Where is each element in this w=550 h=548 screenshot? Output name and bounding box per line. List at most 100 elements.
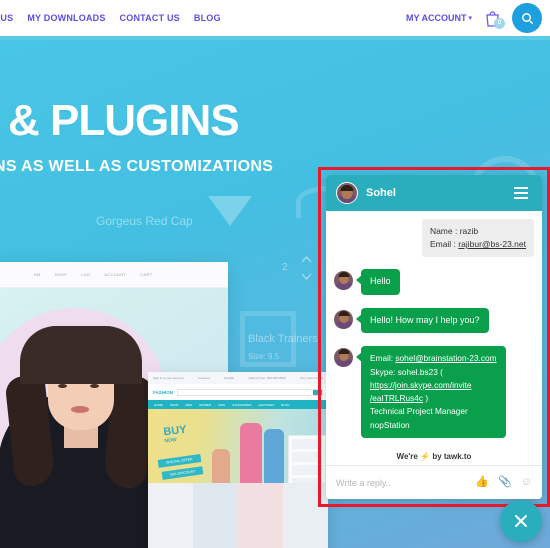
mock-menu-item: SHOP bbox=[54, 272, 68, 277]
ghost-stepper bbox=[300, 254, 313, 287]
hero-accent-line bbox=[0, 36, 550, 40]
prechat-email-link[interactable]: rajibur@bs-23.net bbox=[458, 239, 526, 249]
mock-shop-header: FASHION bbox=[148, 384, 328, 400]
chat-bubble-wrap: Email: sohel@brainstation-23.com Skype: … bbox=[356, 346, 506, 438]
decorative-triangle bbox=[208, 196, 252, 226]
mock-grid-cell bbox=[238, 483, 283, 548]
chat-bubble: Hello! How may I help you? bbox=[356, 307, 489, 334]
prechat-name-label: Name : bbox=[429, 226, 458, 236]
model-eye-right bbox=[90, 384, 99, 388]
prechat-email-label: Email : bbox=[429, 239, 456, 250]
mock-language: English bbox=[224, 376, 235, 380]
contact-close-paren: ) bbox=[425, 393, 429, 404]
agent-avatar bbox=[334, 309, 353, 329]
mock-now-label: NOW bbox=[164, 436, 178, 445]
ghost-quantity: 2 bbox=[282, 262, 288, 273]
agent-avatar bbox=[334, 348, 353, 368]
skype-invite-link-part2[interactable]: /eaITRLRus4c bbox=[370, 393, 423, 403]
mock-ribbon-offer: SPECIAL OFFER bbox=[157, 454, 201, 468]
skype-invite-link-part1[interactable]: https://join.skype.com/invite bbox=[370, 380, 471, 390]
agent-avatar bbox=[334, 271, 353, 291]
ghost-product-title: Gorgeus Red Cap bbox=[96, 214, 193, 228]
chat-close-button[interactable] bbox=[500, 500, 542, 542]
ghost-item-name: Black Trainers bbox=[248, 333, 318, 345]
model-lips bbox=[71, 406, 89, 413]
agent-avatar bbox=[336, 182, 358, 204]
mock-nav-item: BLOG bbox=[281, 402, 290, 407]
mock-signin: Sign in to your account bbox=[153, 376, 184, 380]
paperclip-icon[interactable]: 📎 bbox=[498, 477, 512, 488]
mock-shop-page: Sign in to your account Currency English… bbox=[148, 372, 328, 548]
chat-agent-name: Sohel bbox=[366, 187, 396, 199]
mock-nav-item: MEN bbox=[185, 402, 193, 407]
mock-nav-item: SHOP bbox=[170, 402, 179, 407]
model-eye-left bbox=[58, 384, 67, 388]
chat-message-row: Hello bbox=[334, 269, 534, 295]
lightning-bolt-icon: ⚡ bbox=[420, 452, 431, 461]
mock-shop-nav: HOME SHOP MEN WOMEN KIDS CATEGORIES FEAT… bbox=[148, 400, 328, 409]
contact-skype-url-line1: https://join.skype.com/invite bbox=[370, 379, 497, 392]
branding-suffix: by tawk.to bbox=[432, 452, 472, 461]
mock-shop-banner: BUY NOW SPECIAL OFFER 50% DISCOUNT bbox=[148, 409, 328, 483]
chat-bubble-wrap: Hello bbox=[356, 269, 400, 295]
chat-input-actions: 👍 📎 ☺ bbox=[475, 477, 532, 488]
nav-about-us[interactable]: T US bbox=[0, 13, 13, 23]
tawkto-chat-widget: Sohel Name : razib Email : rajibur@bs-23… bbox=[326, 175, 542, 499]
mock-nav-item: HOME bbox=[154, 402, 163, 407]
page-root: T US MY DOWNLOADS CONTACT US BLOG MY ACC… bbox=[0, 0, 550, 548]
mock-nav-item: CATEGORIES bbox=[232, 402, 252, 407]
chevron-down-icon: ▾ bbox=[468, 15, 472, 22]
top-navigation-bar: T US MY DOWNLOADS CONTACT US BLOG MY ACC… bbox=[0, 0, 550, 36]
my-account-menu[interactable]: MY ACCOUNT ▾ bbox=[406, 13, 472, 23]
mock-shop-search bbox=[177, 388, 323, 396]
mock-kid-1 bbox=[240, 423, 262, 483]
prechat-info-row: Name : razib Email : rajibur@bs-23.net bbox=[334, 219, 534, 258]
ghost-item-size: Size: 9.5 bbox=[248, 352, 280, 361]
page-subtitle: NS AS WELL AS CUSTOMIZATIONS bbox=[0, 158, 274, 175]
contact-skype-url-line2: /eaITRLRus4c ) bbox=[370, 392, 497, 405]
nav-contact-us[interactable]: CONTACT US bbox=[120, 13, 180, 23]
chat-message-row: Email: sohel@brainstation-23.com Skype: … bbox=[334, 346, 534, 438]
mock-grid-cell bbox=[193, 483, 238, 548]
mock-shop-sidebar bbox=[288, 435, 326, 483]
contact-skype-line: Skype: sohel.bs23 ( bbox=[370, 366, 497, 379]
chat-bubble: Hello bbox=[356, 269, 400, 295]
search-button[interactable] bbox=[512, 3, 542, 33]
contact-company: nopStation bbox=[370, 419, 410, 430]
model-hair-top bbox=[20, 326, 142, 384]
chat-message-list[interactable]: Name : razib Email : rajibur@bs-23.net H… bbox=[326, 211, 542, 449]
close-icon bbox=[515, 515, 527, 527]
mock-nav-item: KIDS bbox=[218, 402, 226, 407]
contact-email-link[interactable]: sohel@brainstation-23.com bbox=[395, 353, 496, 363]
mock-grid-cell bbox=[148, 483, 193, 548]
cart-count-badge: 0 bbox=[494, 18, 505, 29]
contact-skype-label: Skype: bbox=[370, 366, 396, 377]
prechat-email-line: Email : rajibur@bs-23.net bbox=[430, 238, 526, 251]
emoji-icon[interactable]: ☺ bbox=[521, 477, 532, 488]
nav-my-downloads[interactable]: MY DOWNLOADS bbox=[27, 13, 105, 23]
top-nav-actions: MY ACCOUNT ▾ 0 bbox=[406, 0, 542, 36]
mock-kid-3 bbox=[212, 449, 230, 483]
chat-input-row: 👍 📎 ☺ bbox=[326, 465, 542, 499]
hamburger-icon[interactable] bbox=[510, 183, 532, 203]
mock-menu-item: HM bbox=[33, 272, 41, 277]
contact-email-label: Email: bbox=[370, 353, 394, 364]
chat-bubble-wrap: Hello! How may I help you? bbox=[356, 307, 489, 334]
prechat-name-line: Name : razib bbox=[430, 225, 526, 238]
contact-role: Technical Project Manager bbox=[370, 406, 468, 417]
thumbs-up-icon[interactable]: 👍 bbox=[475, 477, 489, 488]
my-account-label: MY ACCOUNT bbox=[405, 13, 467, 23]
mock-banner-buy: BUY NOW bbox=[163, 424, 188, 447]
mock-kid-2 bbox=[264, 429, 284, 483]
nav-blog[interactable]: BLOG bbox=[194, 13, 221, 23]
search-icon bbox=[521, 12, 533, 24]
mock-nav-item: WOMEN bbox=[199, 402, 212, 407]
prechat-info-bubble: Name : razib Email : rajibur@bs-23.net bbox=[421, 219, 534, 258]
mock-grid-cell bbox=[283, 483, 328, 548]
shopping-cart-button[interactable]: 0 bbox=[482, 7, 505, 29]
tawkto-branding[interactable]: We're ⚡ by tawk.to bbox=[326, 449, 542, 465]
chat-reply-input[interactable] bbox=[336, 477, 476, 488]
contact-email-line: Email: sohel@brainstation-23.com bbox=[370, 352, 497, 365]
page-title: & PLUGINS bbox=[8, 96, 240, 145]
mock-menu-item: LOG bbox=[81, 272, 91, 277]
